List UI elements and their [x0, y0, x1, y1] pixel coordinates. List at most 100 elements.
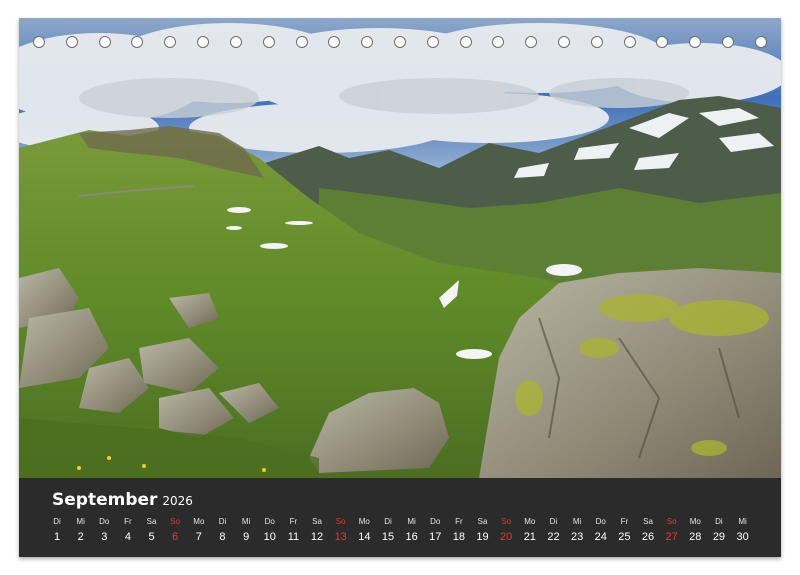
weekday-label: Di	[384, 517, 392, 526]
calendar-day: Mi 9	[236, 518, 256, 552]
binding-ring-hole	[722, 36, 735, 48]
weekday-label: Fr	[124, 517, 132, 526]
calendar-day: Mi 30	[733, 518, 753, 552]
calendar-day: Sa 12	[307, 518, 327, 552]
weekday-label: So	[666, 517, 677, 526]
binding-ring-hole	[459, 36, 472, 48]
weekday-label: Do	[595, 517, 606, 526]
calendar-day: Do 3	[94, 518, 114, 552]
calendar-day: So 20	[496, 518, 516, 552]
day-number: 10	[263, 531, 276, 543]
calendar-day: Fr 25	[614, 518, 634, 552]
weekday-label: Mi	[738, 517, 747, 526]
calendar-day: Di 1	[47, 518, 67, 552]
day-number: 15	[381, 531, 395, 543]
weekday-label: Mo	[524, 517, 536, 526]
binding-ring-hole	[426, 36, 439, 48]
weekday-label: Sa	[477, 517, 488, 526]
weekday-label: Fr	[289, 517, 298, 526]
binding-ring-hole	[492, 36, 505, 48]
weekday-label: Mo	[358, 517, 370, 526]
calendar-day: Fr 11	[283, 518, 303, 552]
day-number: 24	[594, 531, 607, 543]
binding-ring-hole	[262, 36, 275, 48]
day-number: 3	[101, 531, 108, 543]
binding-ring-hole	[98, 36, 111, 48]
day-row: Di 1 Mi 2 Do 3 Fr 4 Sa 5 So 6 Mo 7 Di 8 Mi 9 Do 10 Fr 11 Sa 12 S…	[47, 518, 753, 552]
weekday-label: Mi	[76, 517, 85, 526]
calendar-day: Mo 21	[520, 518, 540, 552]
calendar-day: Mo 14	[354, 518, 374, 552]
day-number: 20	[500, 531, 513, 543]
binding-ring-hole	[689, 36, 702, 48]
binding-ring-hole	[590, 36, 603, 48]
binding-ring-hole	[197, 36, 210, 48]
binding-ring-hole	[558, 36, 570, 48]
calendar-day: So 27	[662, 518, 682, 552]
day-number: 12	[310, 531, 324, 543]
weekday-label: Sa	[312, 517, 322, 526]
month-name: September	[52, 490, 158, 510]
calendar-day: Fr 18	[449, 518, 469, 552]
binding-ring-hole	[295, 36, 308, 48]
weekday-label: Mi	[572, 517, 582, 526]
binding-ring-hole	[525, 36, 538, 48]
weekday-label: Mi	[407, 517, 416, 526]
day-number: 13	[334, 531, 347, 543]
day-number: 5	[148, 531, 155, 543]
day-number: 17	[429, 531, 442, 543]
binding-ring-hole	[164, 36, 177, 48]
day-number: 1	[53, 531, 61, 543]
day-number: 8	[219, 531, 226, 543]
day-number: 19	[476, 531, 489, 543]
calendar-day: Sa 5	[142, 518, 162, 552]
day-number: 28	[689, 531, 702, 543]
day-number: 29	[712, 531, 726, 543]
weekday-label: Mi	[241, 517, 251, 526]
calendar-strip: September 2026 Di 1 Mi 2 Do 3 Fr 4 Sa 5 So 6 Mo 7 Di 8 Mi…	[19, 478, 781, 557]
calendar-day: Di 8	[212, 518, 232, 552]
calendar-day: So 13	[331, 518, 351, 552]
calendar-day: Mi 23	[567, 518, 587, 552]
calendar-day: Di 15	[378, 518, 398, 552]
weekday-label: Di	[549, 517, 558, 526]
day-number: 16	[405, 531, 418, 543]
day-number: 27	[665, 531, 678, 543]
calendar-day: Mi 16	[402, 518, 422, 552]
day-number: 25	[618, 531, 631, 543]
calendar-day: Di 29	[709, 518, 729, 552]
calendar-day: Mi 2	[71, 518, 91, 552]
binding-ring-hole	[229, 36, 242, 48]
calendar-day: Sa 19	[473, 518, 493, 552]
day-number: 11	[287, 531, 300, 543]
weekday-label: So	[501, 517, 512, 526]
weekday-label: Do	[264, 517, 275, 526]
month-heading: September 2026	[52, 490, 193, 510]
day-number: 18	[452, 531, 466, 543]
calendar-day: Fr 4	[118, 518, 138, 552]
day-number: 14	[358, 531, 371, 543]
weekday-label: Di	[53, 517, 61, 526]
weekday-label: Mo	[689, 517, 701, 526]
calendar-day: So 6	[165, 518, 185, 552]
binding-ring-hole	[328, 36, 341, 48]
alpine-landscape-photo	[19, 18, 781, 478]
calendar-day: Do 24	[591, 518, 611, 552]
weekday-label: Di	[715, 517, 723, 526]
calendar-day: Mo 28	[685, 518, 705, 552]
day-number: 23	[570, 531, 584, 543]
year-label: 2026	[162, 494, 193, 508]
day-number: 6	[172, 531, 179, 543]
day-number: 2	[77, 531, 84, 543]
binding-ring-hole	[623, 36, 636, 48]
day-number: 4	[124, 531, 131, 543]
binding-rings	[33, 34, 767, 50]
weekday-label: Sa	[146, 517, 157, 526]
calendar-page: September 2026 Di 1 Mi 2 Do 3 Fr 4 Sa 5 So 6 Mo 7 Di 8 Mi…	[19, 18, 781, 557]
calendar-day: Sa 26	[638, 518, 658, 552]
day-number: 30	[736, 531, 749, 543]
weekday-label: Do	[99, 517, 110, 526]
day-number: 26	[641, 531, 655, 543]
binding-ring-hole	[754, 36, 767, 48]
day-number: 22	[547, 531, 560, 543]
